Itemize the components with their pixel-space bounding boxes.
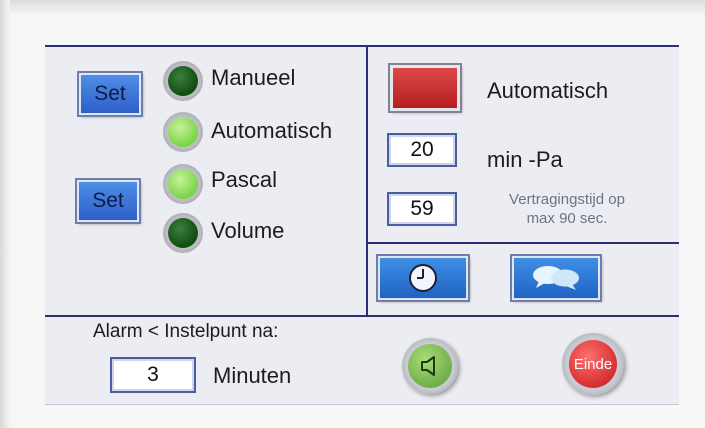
delay-time-label: Vertragingstijd op max 90 sec. xyxy=(477,190,657,228)
divider-right-panel xyxy=(367,242,679,244)
min-pa-input[interactable]: 20 xyxy=(387,133,457,167)
mode-label-volume: Volume xyxy=(211,218,285,243)
clock-icon xyxy=(409,264,437,292)
led-automatisch xyxy=(163,112,203,152)
delay-label-line2: max 90 sec. xyxy=(526,210,608,227)
mode-label-pascal: Pascal xyxy=(211,167,278,192)
set-button-pascal-volume[interactable]: Set xyxy=(75,178,141,224)
delay-time-input[interactable]: 59 xyxy=(387,192,457,226)
chat-button[interactable] xyxy=(510,254,602,302)
speaker-icon xyxy=(421,356,435,376)
alarm-minutes-input[interactable]: 3 xyxy=(110,357,196,393)
alarm-minutes-label: Minuten xyxy=(213,363,292,388)
delay-label-line1: Vertragingstijd op xyxy=(509,191,625,208)
led-manueel xyxy=(163,61,203,101)
mode-label-automatisch: Automatisch xyxy=(211,118,333,143)
clock-button[interactable] xyxy=(376,254,470,302)
bezel-shadow xyxy=(0,0,705,14)
stop-button[interactable]: Einde xyxy=(562,333,624,395)
bezel-left xyxy=(0,0,10,428)
speaker-button[interactable] xyxy=(402,338,458,394)
min-pa-unit: min -Pa xyxy=(487,147,563,172)
stop-button-label: Einde xyxy=(569,340,617,388)
divider-vertical xyxy=(366,47,368,315)
mode-label-manueel: Manueel xyxy=(211,65,296,90)
led-volume xyxy=(163,213,203,253)
led-pascal xyxy=(163,164,203,204)
chat-bubbles-icon xyxy=(533,266,579,290)
touch-screen: Set Set Manueel Automatisch Pascal Volum… xyxy=(45,45,679,405)
automatic-status-label: Automatisch xyxy=(487,78,609,103)
alarm-title: Alarm < Instelpunt na: xyxy=(93,321,279,342)
automatic-status-button[interactable] xyxy=(388,63,462,113)
divider-horizontal xyxy=(45,315,679,317)
set-button-manual-auto[interactable]: Set xyxy=(77,71,143,117)
